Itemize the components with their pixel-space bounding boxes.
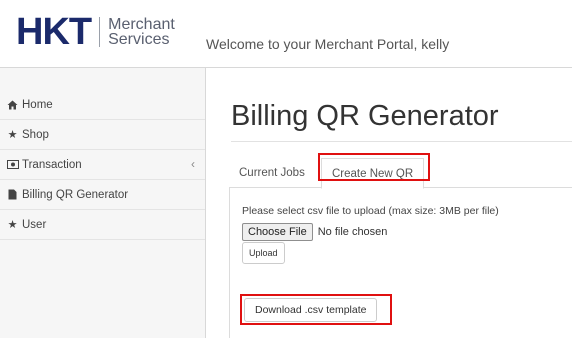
document-icon — [6, 189, 19, 201]
logo-subtitle-line2: Services — [108, 31, 170, 48]
sidebar-item-billing-qr-generator[interactable]: Billing QR Generator — [0, 180, 205, 210]
divider — [231, 141, 572, 142]
top-header: HKT Merchant Services Welcome to your Me… — [0, 0, 572, 68]
hkt-logo[interactable]: HKT Merchant Services — [16, 12, 175, 52]
logo-divider — [99, 17, 101, 47]
money-icon — [6, 159, 19, 171]
file-status: No file chosen — [317, 226, 388, 238]
logo-text: HKT — [16, 11, 92, 53]
star-icon: ★ — [7, 219, 18, 231]
star-icon: ★ — [7, 129, 18, 141]
upload-hint: Please select csv file to upload (max si… — [242, 205, 499, 217]
sidebar-item-transaction[interactable]: Transaction ‹ — [0, 150, 205, 180]
choose-file-button[interactable]: Choose File — [242, 223, 313, 241]
tab-current-jobs[interactable]: Current Jobs — [229, 158, 315, 188]
home-icon — [6, 99, 19, 111]
sidebar-item-shop[interactable]: ★ Shop — [0, 120, 205, 150]
file-input[interactable]: Choose File No file chosen — [242, 223, 387, 241]
main-content: Billing QR Generator Current Jobs Create… — [207, 68, 572, 338]
page-title: Billing QR Generator — [231, 100, 499, 132]
highlight-box-tab — [318, 153, 430, 181]
logo-subtitle-line1: Merchant — [108, 16, 175, 33]
logo-subtitle: Merchant Services — [108, 16, 175, 48]
chevron-left-icon[interactable]: ‹ — [191, 157, 195, 171]
sidebar-item-user[interactable]: ★ User — [0, 210, 205, 240]
sidebar-item-home[interactable]: Home — [0, 90, 205, 120]
upload-button[interactable]: Upload — [242, 242, 285, 264]
sidebar-item-label: Billing QR Generator — [22, 188, 129, 201]
sidebar-item-label: Shop — [22, 128, 49, 141]
welcome-message: Welcome to your Merchant Portal, kelly — [206, 36, 450, 52]
sidebar-item-label: User — [22, 218, 47, 231]
sidebar-item-label: Home — [22, 98, 53, 111]
highlight-box-download — [240, 294, 392, 325]
sidebar-item-label: Transaction — [22, 158, 82, 171]
sidebar: Home ★ Shop Transaction ‹ Billing QR Gen… — [0, 68, 206, 338]
